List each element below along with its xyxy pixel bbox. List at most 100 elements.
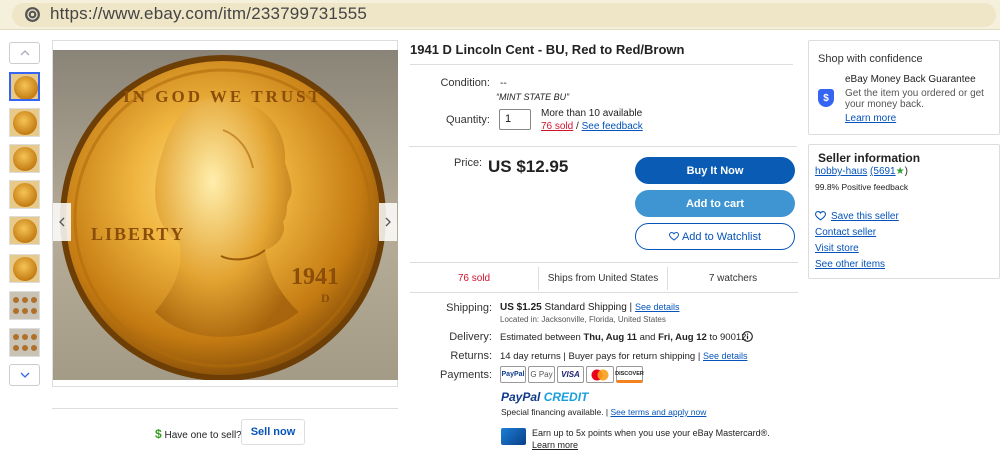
condition-note: “MINT STATE BU” <box>496 92 570 102</box>
lincoln-cent-image: IN GOD WE TRUST LIBERTY 1941 D <box>60 55 386 380</box>
delivery-label: Delivery: <box>449 331 492 343</box>
see-feedback-link[interactable]: See feedback <box>582 121 643 132</box>
shipping-method: Standard Shipping | <box>544 302 633 313</box>
mastercard-badge <box>586 366 614 383</box>
guarantee-text-1: Get the item you ordered or get <box>845 88 984 99</box>
sell-question: $ Have one to sell? <box>155 427 242 441</box>
thumbnail-1[interactable] <box>9 72 40 101</box>
seller-heading: Seller information <box>818 151 921 165</box>
price-value: US $12.95 <box>488 157 569 176</box>
shipping-label: Shipping: <box>446 302 492 314</box>
returns-details-link[interactable]: See details <box>703 351 748 361</box>
thumbnail-scroll-down-button[interactable] <box>9 364 40 386</box>
quantity-input[interactable]: 1 <box>499 109 531 130</box>
sold-count-link[interactable]: 76 sold <box>541 121 573 132</box>
watchlist-label: Add to Watchlist <box>681 230 762 243</box>
condition-label: Condition: <box>440 77 490 89</box>
chevron-up-icon <box>20 50 29 56</box>
next-image-button[interactable] <box>379 203 397 241</box>
mastercard-icon <box>591 369 609 380</box>
returns-text: 14 day returns | Buyer pays for return s… <box>500 351 701 362</box>
coin-liberty: LIBERTY <box>91 224 185 244</box>
seller-score-end: ) <box>904 166 908 177</box>
add-to-watchlist-button[interactable]: Add to Watchlist <box>635 223 795 250</box>
star-icon: ★ <box>895 166 905 177</box>
thumbnail-7[interactable] <box>9 291 40 320</box>
see-other-items-link[interactable]: See other items <box>815 259 885 270</box>
seller-score-link[interactable]: (5691 <box>870 166 896 177</box>
thumbnail-6[interactable] <box>9 254 40 283</box>
dollar-icon: $ <box>155 427 162 441</box>
chevron-left-icon <box>59 217 65 227</box>
visa-badge: VISA <box>557 366 584 383</box>
paypal-credit-a: PayPal <box>501 390 541 404</box>
buy-it-now-button[interactable]: Buy It Now <box>635 157 795 184</box>
url-text[interactable]: https://www.ebay.com/itm/233799731555 <box>50 4 367 24</box>
coin-mint-mark: D <box>321 291 330 305</box>
visit-store-link[interactable]: Visit store <box>815 243 859 254</box>
condition-value: -- <box>500 78 507 89</box>
delivery-date-end: Fri, Aug 12 <box>658 332 707 343</box>
shipping-details-link[interactable]: See details <box>635 302 680 312</box>
confidence-heading: Shop with confidence <box>818 53 923 65</box>
thumbnail-2[interactable] <box>9 108 40 137</box>
thumbnail-3[interactable] <box>9 144 40 173</box>
chevron-right-icon <box>385 217 391 227</box>
stat-ships-from: Ships from United States <box>547 273 659 284</box>
special-financing: Special financing available. | <box>501 407 609 417</box>
delivery-date-start: Thu, Aug 11 <box>583 332 637 343</box>
chevron-down-icon <box>20 372 29 378</box>
coin-year: 1941 <box>291 264 339 290</box>
returns-label: Returns: <box>450 350 492 362</box>
guarantee-learn-more[interactable]: Learn more <box>845 113 896 124</box>
ebay-mastercard-icon <box>501 428 526 445</box>
previous-image-button[interactable] <box>53 203 71 241</box>
browser-address-bar[interactable]: https://www.ebay.com/itm/233799731555 <box>0 0 1000 30</box>
delivery-prefix: Estimated between <box>500 332 581 343</box>
info-icon[interactable] <box>742 331 753 342</box>
guarantee-text-2: your money back. <box>845 99 924 110</box>
sell-question-text: Have one to sell? <box>164 430 242 441</box>
price-label: Price: <box>454 157 483 169</box>
paypal-credit-logo: PayPal CREDIT <box>501 390 588 404</box>
gpay-badge: G Pay <box>528 366 555 383</box>
mastercard-learn-more[interactable]: Learn more <box>532 440 578 450</box>
stat-sold: 76 sold <box>457 273 491 284</box>
stats-bar: 76 sold Ships from United States 7 watch… <box>410 262 798 293</box>
paypal-badge: PayPal <box>500 366 526 383</box>
item-location: Located in: Jacksonville, Florida, Unite… <box>500 315 666 324</box>
quantity-label: Quantity: <box>445 114 490 126</box>
guarantee-title: eBay Money Back Guarantee <box>845 74 976 85</box>
payments-label: Payments: <box>440 369 492 381</box>
positive-feedback: 99.8% Positive feedback <box>815 182 909 192</box>
delivery-suffix: to 90012 <box>709 332 747 343</box>
discover-badge: DISCOVER <box>615 366 644 383</box>
add-to-cart-button[interactable]: Add to cart <box>635 190 795 217</box>
coin-photo: IN GOD WE TRUST LIBERTY 1941 D <box>53 50 398 380</box>
delivery-and: and <box>639 332 656 343</box>
mastercard-promo: Earn up to 5x points when you use your e… <box>532 428 770 438</box>
sell-section: $ Have one to sell? Sell now <box>52 408 398 455</box>
availability-text: More than 10 available <box>541 108 643 119</box>
heart-icon <box>815 211 826 221</box>
thumbnail-4[interactable] <box>9 180 40 209</box>
item-title: 1941 D Lincoln Cent - BU, Red to Red/Bro… <box>410 42 685 57</box>
save-seller-link[interactable]: Save this seller <box>831 211 899 222</box>
see-terms-link[interactable]: See terms and apply now <box>610 407 706 417</box>
heart-icon <box>668 232 679 241</box>
sell-now-button[interactable]: Sell now <box>241 419 305 445</box>
seller-name-link[interactable]: hobby-haus <box>815 166 867 177</box>
shield-icon: $ <box>818 89 834 107</box>
thumbnail-scroll-up-button[interactable] <box>9 42 40 64</box>
thumbnail-8[interactable] <box>9 328 40 357</box>
globe-icon <box>25 7 40 22</box>
shipping-cost: US $1.25 <box>500 302 542 313</box>
thumbnail-5[interactable] <box>9 216 40 245</box>
coin-motto: IN GOD WE TRUST <box>123 87 323 106</box>
paypal-credit-b: CREDIT <box>543 390 589 404</box>
stat-watchers: 7 watchers <box>708 273 758 284</box>
contact-seller-link[interactable]: Contact seller <box>815 227 876 238</box>
separator: / <box>576 121 579 132</box>
divider <box>410 64 793 65</box>
main-product-image[interactable]: IN GOD WE TRUST LIBERTY 1941 D <box>52 40 398 387</box>
